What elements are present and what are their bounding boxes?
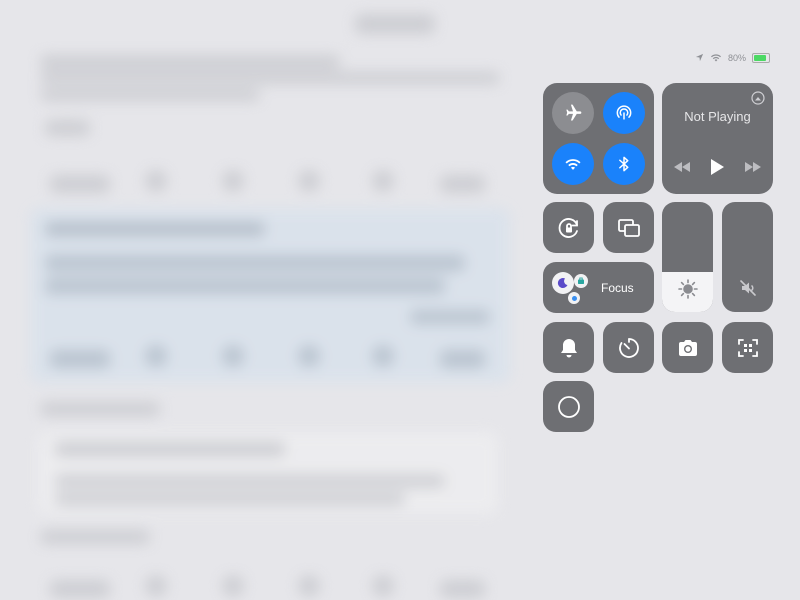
connectivity-module (543, 83, 654, 194)
wifi-status-icon (710, 53, 722, 64)
wifi-toggle[interactable] (552, 143, 594, 185)
focus-button[interactable]: Focus (543, 262, 654, 313)
orientation-lock-icon (558, 217, 578, 238)
focus-modes-icon (552, 270, 592, 306)
fast-forward-icon (745, 162, 761, 172)
play-button[interactable] (705, 155, 729, 179)
record-icon (557, 395, 580, 418)
airdrop-toggle[interactable] (603, 92, 645, 134)
battery-percent: 80% (727, 53, 746, 63)
volume-slider[interactable] (722, 202, 773, 312)
status-bar: 80% (695, 50, 770, 66)
brightness-icon (677, 279, 698, 299)
now-playing-module[interactable]: Not Playing (662, 83, 773, 194)
bluetooth-toggle[interactable] (603, 143, 645, 185)
screen-mirroring-icon (617, 218, 640, 237)
qr-code-scanner-icon (737, 338, 758, 357)
airdrop-icon (616, 105, 632, 120)
bell-icon (560, 338, 577, 357)
airplane-icon (566, 104, 582, 121)
camera-button[interactable] (662, 322, 713, 373)
silent-mode-button[interactable] (543, 322, 594, 373)
orientation-lock-button[interactable] (543, 202, 594, 253)
bluetooth-icon (619, 156, 629, 172)
screen-mirroring-button[interactable] (603, 202, 654, 253)
rewind-button[interactable] (670, 155, 694, 179)
brightness-slider[interactable] (662, 202, 713, 312)
timer-button[interactable] (603, 322, 654, 373)
camera-icon (678, 339, 697, 356)
timer-icon (618, 337, 639, 358)
code-scanner-button[interactable] (722, 322, 773, 373)
focus-label: Focus (601, 281, 634, 295)
airplay-icon[interactable] (751, 91, 765, 110)
rewind-icon (674, 162, 690, 172)
fast-forward-button[interactable] (741, 155, 765, 179)
airplane-mode-toggle[interactable] (552, 92, 594, 134)
location-icon (695, 53, 704, 64)
volume-muted-icon (739, 280, 756, 296)
screen-recording-button[interactable] (543, 381, 594, 432)
now-playing-title: Not Playing (684, 109, 751, 124)
wifi-icon (565, 159, 581, 170)
battery-icon (752, 53, 770, 63)
play-icon (711, 159, 724, 175)
